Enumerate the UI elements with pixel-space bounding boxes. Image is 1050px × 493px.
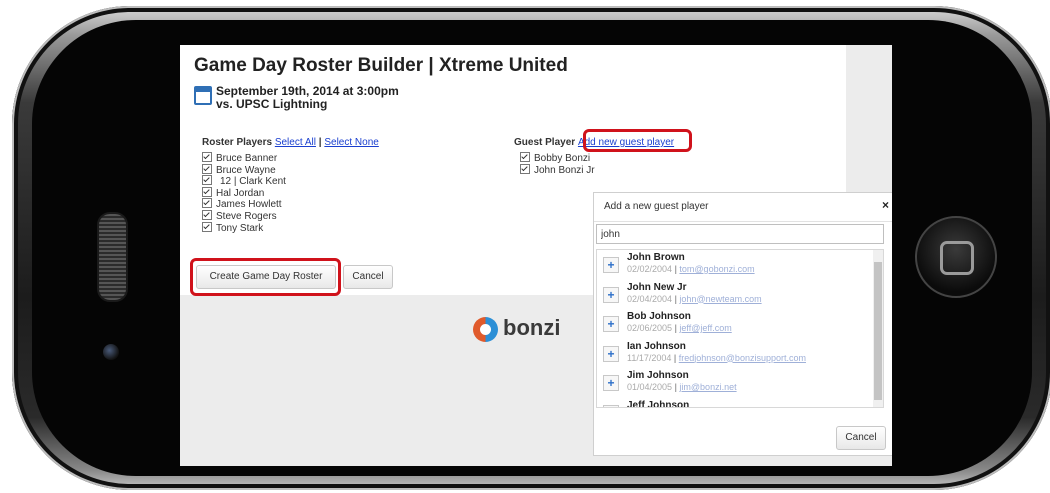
result-email[interactable]: john@newteam.com (679, 294, 761, 304)
roster-player[interactable]: Steve Rogers (202, 209, 379, 222)
result-meta: 02/04/2004 | john@newteam.com (627, 293, 762, 304)
roster-player[interactable]: James Howlett (202, 198, 379, 210)
highlight-create-button (190, 258, 341, 296)
roster-player[interactable]: Bruce Wayne (202, 163, 379, 176)
list-item: + Jim Johnson 01/04/2005 | jim@bonzi.net (597, 368, 883, 398)
scrollbar-thumb[interactable] (874, 262, 882, 400)
checkbox[interactable] (520, 163, 530, 174)
roster-player[interactable]: 12 | Clark Kent (202, 175, 379, 187)
result-meta: 11/17/2004 | fredjohnson@bonzisupport.co… (627, 352, 806, 363)
checkbox[interactable] (520, 152, 530, 162)
camera-icon (103, 344, 119, 360)
result-dob: 02/02/2004 (627, 264, 673, 274)
result-email[interactable]: jim@bonzi.net (679, 382, 736, 392)
home-button[interactable] (915, 216, 997, 298)
result-dob: 02/04/2004 (627, 293, 673, 304)
checkbox[interactable] (202, 221, 212, 232)
result-name: Jim Johnson (627, 370, 689, 381)
checkbox[interactable] (202, 163, 212, 174)
result-dob: 01/04/2005 (627, 382, 673, 392)
link-divider: | (318, 137, 322, 148)
results-scrollbar[interactable] (873, 250, 883, 407)
result-dob: 11/17/2004 (627, 352, 672, 363)
search-results: + John Brown 02/02/2004 | tom@gobonzi.co… (596, 249, 884, 408)
add-guest-button[interactable]: + (603, 375, 619, 391)
result-meta: 02/02/2004 | tom@gobonzi.com (627, 264, 755, 274)
result-meta: 01/04/2005 | jim@bonzi.net (627, 382, 737, 392)
brand-name: bonzi (503, 315, 561, 340)
guest-heading-label: Guest Player (514, 137, 576, 148)
result-email[interactable]: tom@gobonzi.com (679, 264, 754, 274)
list-item: + Ian Johnson 11/17/2004 | fredjohnson@b… (597, 339, 883, 369)
checkbox[interactable] (202, 175, 212, 186)
result-name: Ian Johnson (627, 340, 686, 352)
roster-heading: Roster Players Select All | Select None (202, 137, 379, 148)
app-screen: Game Day Roster Builder | Xtreme United … (180, 45, 892, 466)
roster-heading-label: Roster Players (202, 137, 273, 148)
add-guest-dialog: Add a new guest player × + John Brown 02… (593, 192, 892, 456)
list-item: + Bob Johnson 02/06/2005 | jeff@jeff.com (597, 309, 883, 339)
guest-search-input[interactable] (596, 224, 884, 244)
guest-player[interactable]: Bobby Bonzi (520, 152, 674, 164)
add-guest-button[interactable]: + (603, 286, 619, 303)
list-item: + Jeff Johnson (597, 398, 883, 408)
dialog-cancel-button[interactable]: Cancel (836, 426, 886, 450)
roster-player[interactable]: Bruce Banner (202, 152, 379, 164)
add-guest-button[interactable]: + (603, 257, 619, 273)
result-name: Jeff Johnson (627, 399, 690, 408)
checkbox[interactable] (202, 152, 212, 162)
dialog-title: Add a new guest player (604, 201, 709, 212)
checkbox[interactable] (202, 198, 212, 209)
result-name: John New Jr (627, 281, 687, 293)
list-item: + John New Jr 02/04/2004 | john@newteam.… (597, 280, 883, 310)
roster-player[interactable]: Hal Jordan (202, 186, 379, 199)
guest-player-list: Bobby Bonzi John Bonzi Jr (520, 152, 674, 176)
checkbox[interactable] (202, 186, 212, 197)
roster-player[interactable]: Tony Stark (202, 221, 379, 234)
bonzi-logo-icon (473, 317, 498, 342)
result-dob: 02/06/2005 (627, 323, 673, 333)
roster-section: Roster Players Select All | Select None … (202, 137, 379, 234)
cancel-button[interactable]: Cancel (343, 265, 393, 289)
opponent-label: vs. UPSC Lightning (216, 97, 328, 111)
game-date: September 19th, 2014 at 3:00pm (216, 84, 399, 98)
result-meta: 02/06/2005 | jeff@jeff.com (627, 323, 732, 333)
speaker-grille-icon (97, 212, 128, 302)
guest-player[interactable]: John Bonzi Jr (520, 163, 674, 176)
dialog-divider (594, 221, 892, 222)
home-square-icon (940, 241, 974, 275)
add-guest-button[interactable]: + (603, 404, 619, 407)
select-none-link[interactable]: Select None (324, 137, 378, 148)
result-email[interactable]: jeff@jeff.com (679, 323, 731, 333)
roster-player-list: Bruce Banner Bruce Wayne 12 | Clark Kent… (202, 152, 379, 234)
result-name: John Brown (627, 252, 685, 263)
add-guest-button[interactable]: + (603, 316, 619, 332)
highlight-add-guest-link (583, 129, 692, 152)
result-name: Bob Johnson (627, 311, 691, 322)
close-icon[interactable]: × (882, 198, 889, 212)
add-guest-button[interactable]: + (603, 345, 619, 362)
select-all-link[interactable]: Select All (275, 137, 316, 148)
list-item: + John Brown 02/02/2004 | tom@gobonzi.co… (597, 250, 883, 280)
page-title: Game Day Roster Builder | Xtreme United (194, 55, 568, 76)
calendar-icon (194, 86, 212, 105)
result-email[interactable]: fredjohnson@bonzisupport.com (679, 353, 806, 363)
checkbox[interactable] (202, 209, 212, 220)
